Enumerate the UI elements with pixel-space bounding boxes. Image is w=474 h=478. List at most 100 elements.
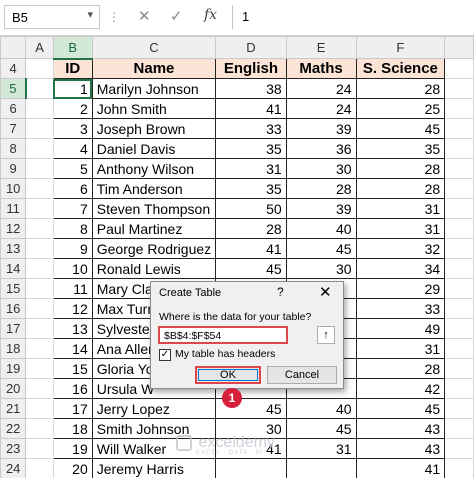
cell-a[interactable] — [25, 398, 54, 419]
cancel-icon[interactable]: ✕ — [138, 7, 151, 25]
science-cell[interactable]: 32 — [355, 238, 446, 259]
row-header[interactable]: 18 — [0, 338, 27, 359]
id-cell[interactable]: 3 — [52, 118, 93, 139]
row-header[interactable]: 10 — [0, 178, 27, 199]
name-cell[interactable]: Jeremy Harris — [91, 458, 217, 478]
cell-extra[interactable] — [444, 278, 474, 299]
select-all-corner[interactable] — [0, 36, 27, 59]
cell-extra[interactable] — [444, 398, 474, 419]
id-cell[interactable]: 4 — [52, 138, 93, 159]
name-cell[interactable]: Anthony Wilson — [91, 158, 217, 179]
id-cell[interactable]: 18 — [52, 418, 93, 439]
formula-input[interactable]: 1 — [232, 5, 474, 29]
cell-a[interactable] — [25, 318, 54, 339]
row-header[interactable]: 13 — [0, 238, 27, 259]
cell-extra[interactable] — [444, 238, 474, 259]
cell-extra[interactable] — [444, 338, 474, 359]
cell-a[interactable] — [25, 198, 54, 219]
cell-a[interactable] — [25, 278, 54, 299]
cell-a[interactable] — [25, 158, 54, 179]
range-input[interactable]: $B$4:$F$54 — [158, 326, 288, 344]
table-header-cell[interactable]: Maths — [285, 58, 357, 79]
science-cell[interactable]: 29 — [355, 278, 446, 299]
id-cell[interactable]: 2 — [52, 98, 93, 119]
column-header-f[interactable]: F — [355, 36, 446, 59]
column-header-a[interactable]: A — [25, 36, 54, 59]
cell-a[interactable] — [25, 218, 54, 239]
science-cell[interactable]: 41 — [355, 458, 446, 478]
cell-a[interactable] — [25, 378, 54, 399]
id-cell[interactable]: 17 — [52, 398, 93, 419]
name-cell[interactable]: Daniel Davis — [91, 138, 217, 159]
table-header-cell[interactable]: English — [215, 58, 287, 79]
cell-extra[interactable] — [444, 118, 474, 139]
insert-function-icon[interactable]: fx — [204, 7, 217, 23]
row-header[interactable]: 6 — [0, 98, 27, 119]
row-header[interactable]: 21 — [0, 398, 27, 419]
cell-a[interactable] — [25, 438, 54, 459]
column-header-b[interactable]: B — [52, 36, 93, 60]
row-header[interactable]: 12 — [0, 218, 27, 239]
cell-a[interactable] — [25, 258, 54, 279]
science-cell[interactable]: 49 — [355, 318, 446, 339]
row-header[interactable]: 7 — [0, 118, 27, 139]
id-cell[interactable]: 13 — [52, 318, 93, 339]
maths-cell[interactable]: 40 — [285, 218, 357, 239]
column-header-c[interactable]: C — [91, 36, 217, 59]
science-cell[interactable]: 43 — [355, 418, 446, 439]
close-icon[interactable]: ✕ — [319, 283, 332, 301]
cell-a[interactable] — [25, 338, 54, 359]
headers-checkbox-label[interactable]: My table has headers — [175, 348, 275, 360]
table-header-cell[interactable]: Name — [91, 58, 217, 79]
row-header[interactable]: 9 — [0, 158, 27, 179]
science-cell[interactable]: 28 — [355, 158, 446, 179]
name-box[interactable]: B5 ▾ — [4, 5, 100, 29]
name-cell[interactable]: John Smith — [91, 98, 217, 119]
science-cell[interactable]: 28 — [355, 178, 446, 199]
maths-cell[interactable]: 24 — [285, 98, 357, 119]
row-header[interactable]: 24 — [0, 458, 27, 478]
row-header[interactable]: 11 — [0, 198, 27, 219]
science-cell[interactable]: 25 — [355, 98, 446, 119]
english-cell[interactable]: 31 — [215, 158, 287, 179]
maths-cell[interactable]: 45 — [285, 418, 357, 439]
name-cell[interactable]: Steven Thompson — [91, 198, 217, 219]
name-cell[interactable]: Joseph Brown — [91, 118, 217, 139]
maths-cell[interactable]: 30 — [285, 258, 357, 279]
maths-cell[interactable]: 40 — [285, 398, 357, 419]
column-header-d[interactable]: D — [215, 36, 287, 59]
cell-a[interactable] — [25, 78, 54, 99]
table-header-cell[interactable]: S. Science — [355, 58, 446, 79]
id-cell[interactable]: 9 — [52, 238, 93, 259]
english-cell[interactable] — [215, 458, 287, 478]
name-cell[interactable]: George Rodriguez — [91, 238, 217, 259]
id-cell[interactable]: 14 — [52, 338, 93, 359]
id-cell[interactable]: 6 — [52, 178, 93, 199]
headers-checkbox[interactable]: ✓ — [159, 349, 171, 361]
row-header[interactable]: 15 — [0, 278, 27, 299]
cell-a[interactable] — [25, 138, 54, 159]
id-cell[interactable]: 19 — [52, 438, 93, 459]
collapse-dialog-button[interactable]: ↑ — [317, 326, 335, 344]
name-cell[interactable]: Ronald Lewis — [91, 258, 217, 279]
id-cell[interactable]: 5 — [52, 158, 93, 179]
row-header[interactable]: 19 — [0, 358, 27, 379]
science-cell[interactable]: 31 — [355, 218, 446, 239]
cell-a[interactable] — [25, 358, 54, 379]
cell-extra[interactable] — [444, 298, 474, 319]
science-cell[interactable]: 35 — [355, 138, 446, 159]
english-cell[interactable]: 35 — [215, 138, 287, 159]
row-header[interactable]: 23 — [0, 438, 27, 459]
id-cell[interactable]: 1 — [52, 78, 93, 99]
cancel-button[interactable]: Cancel — [267, 366, 337, 384]
science-cell[interactable]: 34 — [355, 258, 446, 279]
science-cell[interactable]: 28 — [355, 78, 446, 99]
cell-a[interactable] — [25, 98, 54, 119]
cell-extra[interactable] — [444, 178, 474, 199]
name-cell[interactable]: Tim Anderson — [91, 178, 217, 199]
cell-extra[interactable] — [444, 458, 474, 478]
id-cell[interactable]: 7 — [52, 198, 93, 219]
science-cell[interactable]: 31 — [355, 198, 446, 219]
cell-a[interactable] — [25, 58, 54, 79]
id-cell[interactable]: 8 — [52, 218, 93, 239]
